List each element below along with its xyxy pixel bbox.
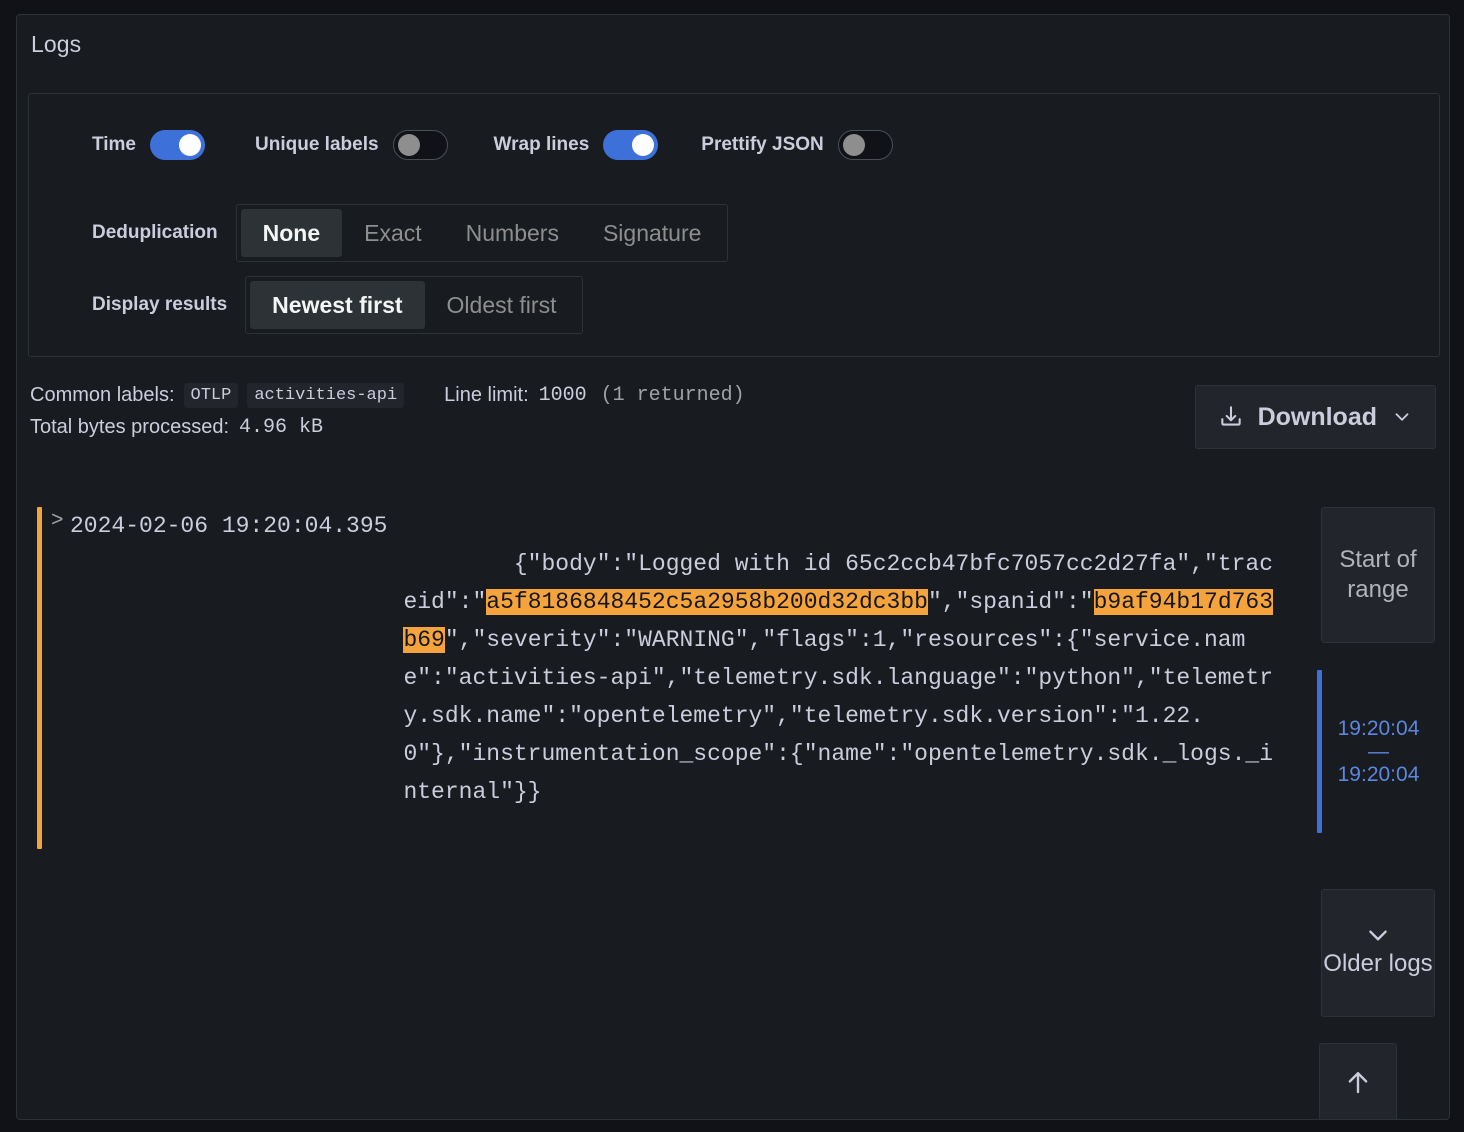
log-message[interactable]: {"body":"Logged with id 65c2ccb47bfc7057… xyxy=(403,507,1274,849)
log-segment-text: ","severity":"WARNING","flags":1,"resour… xyxy=(403,627,1273,805)
display-option-newest-first[interactable]: Newest first xyxy=(250,281,425,329)
scrubber-start-time: 19:20:04 xyxy=(1337,716,1420,740)
chevron-down-icon xyxy=(1365,927,1391,945)
scrubber-end-time: 19:20:04 xyxy=(1337,762,1420,786)
meta-line-bytes: Total bytes processed: 4.96 kB xyxy=(30,416,745,439)
toggle-row: Time Unique labels Wrap lines Prettify J… xyxy=(29,124,1439,166)
dedup-option-numbers[interactable]: Numbers xyxy=(444,209,581,257)
toggle-knob xyxy=(179,134,202,156)
arrow-up-icon xyxy=(1343,1067,1373,1097)
table-row[interactable]: > 2024-02-06 19:20:04.395 {"body":"Logge… xyxy=(37,507,1307,849)
option-time-label: Time xyxy=(92,134,137,155)
logs-meta: Common labels: OTLP activities-api Line … xyxy=(30,383,745,439)
page-title: Logs xyxy=(31,31,82,57)
download-button[interactable]: Download xyxy=(1194,385,1436,449)
display-results-row: Display results Newest first Oldest firs… xyxy=(92,276,584,334)
deduplication-group: None Exact Numbers Signature xyxy=(235,204,729,262)
toggle-switch-time[interactable] xyxy=(150,130,206,160)
expand-row-icon[interactable]: > xyxy=(42,507,70,849)
log-rows-area: > 2024-02-06 19:20:04.395 {"body":"Logge… xyxy=(17,485,1449,1119)
toggle-switch-wrap-lines[interactable] xyxy=(603,130,659,160)
chevron-down-icon xyxy=(1391,406,1413,428)
option-unique-labels-label: Unique labels xyxy=(255,134,379,155)
download-button-label: Download xyxy=(1257,402,1377,431)
scrubber-dash: — xyxy=(1368,739,1389,763)
older-logs-label: Older logs xyxy=(1323,950,1433,977)
scroll-to-top-button[interactable] xyxy=(1319,1043,1397,1119)
toggle-knob xyxy=(397,134,420,156)
log-segment-text: ","spanid":" xyxy=(927,589,1094,615)
deduplication-row: Deduplication None Exact Numbers Signatu… xyxy=(92,204,729,262)
toggle-switch-prettify-json[interactable] xyxy=(837,130,893,160)
total-bytes-label: Total bytes processed: xyxy=(30,416,229,438)
dedup-option-none[interactable]: None xyxy=(240,209,343,257)
option-unique-labels[interactable]: Unique labels xyxy=(255,124,448,166)
display-results-label: Display results xyxy=(92,294,228,315)
logs-panel: Logs Time Unique labels Wrap lines Prett… xyxy=(16,14,1450,1120)
log-timestamp: 2024-02-06 19:20:04.395 xyxy=(70,513,388,539)
line-limit-value: 1000 xyxy=(538,384,587,407)
option-prettify-json[interactable]: Prettify JSON xyxy=(701,124,893,166)
older-logs-button[interactable]: Older logs xyxy=(1321,889,1435,1017)
scrubber-labels: 19:20:04 — 19:20:04 xyxy=(1322,670,1435,833)
display-option-oldest-first[interactable]: Oldest first xyxy=(425,281,579,329)
common-labels-label: Common labels: xyxy=(30,384,175,406)
option-prettify-json-label: Prettify JSON xyxy=(701,134,824,155)
option-wrap-lines[interactable]: Wrap lines xyxy=(494,124,659,166)
line-limit-label: Line limit: xyxy=(444,384,529,406)
toggle-knob xyxy=(842,134,865,156)
dedup-option-exact[interactable]: Exact xyxy=(342,209,444,257)
deduplication-label: Deduplication xyxy=(92,222,218,243)
toggle-knob xyxy=(632,134,655,156)
option-wrap-lines-label: Wrap lines xyxy=(493,134,590,155)
download-icon xyxy=(1218,404,1244,430)
toggle-switch-unique-labels[interactable] xyxy=(392,130,448,160)
log-options-box: Time Unique labels Wrap lines Prettify J… xyxy=(28,93,1440,357)
display-results-group: Newest first Oldest first xyxy=(245,276,584,334)
option-time[interactable]: Time xyxy=(92,124,206,166)
time-range-scrubber[interactable]: 19:20:04 — 19:20:04 xyxy=(1317,670,1435,833)
total-bytes-value: 4.96 kB xyxy=(239,416,324,439)
line-limit-returned: (1 returned) xyxy=(600,384,745,407)
log-highlight-traceid[interactable]: a5f8186848452c5a2958b200d32dc3bb xyxy=(486,589,928,615)
start-of-range-button[interactable]: Start of range xyxy=(1321,507,1435,643)
dedup-option-signature[interactable]: Signature xyxy=(581,209,723,257)
common-label-chip-otlp[interactable]: OTLP xyxy=(183,383,239,408)
meta-line-labels: Common labels: OTLP activities-api Line … xyxy=(30,383,745,408)
common-label-chip-activities-api[interactable]: activities-api xyxy=(247,383,405,408)
